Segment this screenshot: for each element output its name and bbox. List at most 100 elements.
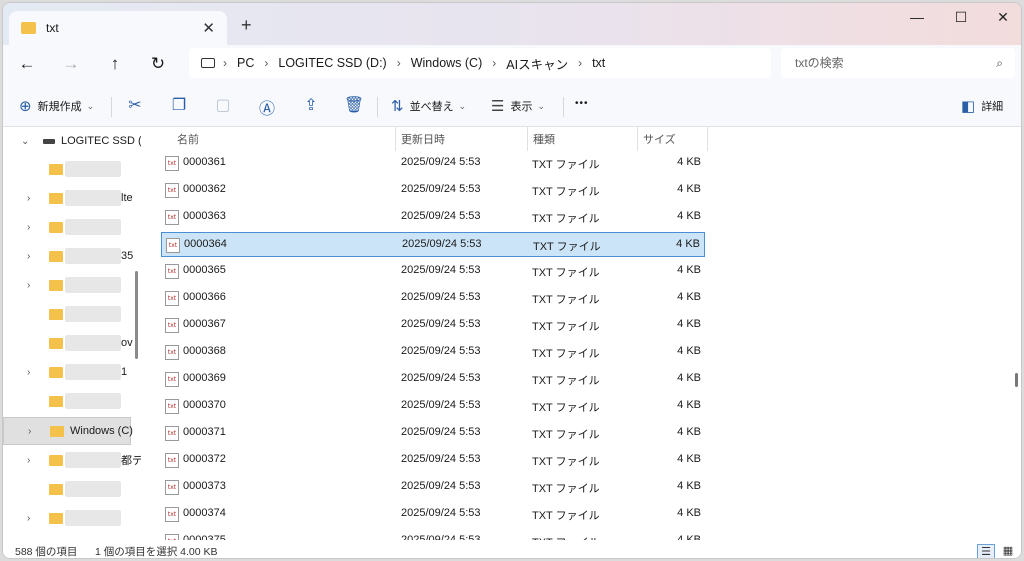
refresh-icon[interactable]: ↻	[146, 53, 170, 77]
item-count: 588 個の項目	[15, 546, 78, 558]
table-row[interactable]: txt 0000365 2025/09/24 5:53 TXT ファイル 4 KB	[161, 259, 705, 284]
table-row[interactable]: txt 0000373 2025/09/24 5:53 TXT ファイル 4 KB	[161, 475, 705, 500]
column-size[interactable]: サイズ	[643, 131, 676, 147]
table-row[interactable]: txt 0000374 2025/09/24 5:53 TXT ファイル 4 KB	[161, 502, 705, 527]
tab-close-icon[interactable]: ✕	[202, 19, 215, 37]
folder-icon	[49, 395, 63, 407]
sidebar-item[interactable]	[3, 475, 131, 503]
redacted-label	[65, 219, 121, 235]
up-icon[interactable]: ↑	[103, 53, 127, 77]
breadcrumb-sep: ›	[264, 56, 269, 70]
file-size: 4 KB	[677, 183, 701, 195]
chevron-right-icon[interactable]: ›	[27, 280, 30, 291]
chevron-right-icon[interactable]: ›	[27, 455, 30, 466]
view-button[interactable]: ☰ 表示 ⌄	[491, 97, 545, 115]
column-divider[interactable]	[527, 127, 528, 151]
more-options-icon[interactable]: •••	[575, 98, 589, 109]
sidebar-item[interactable]	[3, 155, 131, 183]
text-file-icon: txt	[165, 399, 179, 414]
file-list-scrollbar[interactable]	[1015, 373, 1018, 387]
text-file-icon: txt	[165, 183, 179, 198]
file-type: TXT ファイル	[532, 429, 600, 441]
chevron-right-icon[interactable]: ›	[27, 193, 30, 204]
column-date[interactable]: 更新日時	[401, 131, 445, 147]
new-tab-icon[interactable]: +	[241, 15, 252, 36]
table-row[interactable]: txt 0000364 2025/09/24 5:53 TXT ファイル 4 KB	[161, 232, 705, 257]
copy-icon[interactable]: ❐	[168, 95, 190, 115]
tiles-view-icon[interactable]: ▦	[999, 544, 1017, 558]
table-row[interactable]: txt 0000363 2025/09/24 5:53 TXT ファイル 4 KB	[161, 205, 705, 230]
selection-info: 1 個の項目を選択 4.00 KB	[95, 546, 218, 558]
column-divider[interactable]	[637, 127, 638, 151]
command-bar: ⊕ 新規作成 ⌄ ✂ ❐ ▢ Ⓐ ⇪ 🗑 ⇅ 並べ替え ⌄ ☰ 表示 ⌄ •••…	[3, 85, 1021, 127]
table-row[interactable]: txt 0000367 2025/09/24 5:53 TXT ファイル 4 KB	[161, 313, 705, 338]
table-row[interactable]: txt00003752025/09/24 5:53TXT ファイル4 KB	[161, 529, 705, 540]
table-row[interactable]: txt 0000362 2025/09/24 5:53 TXT ファイル 4 KB	[161, 178, 705, 203]
table-row[interactable]: txt 0000371 2025/09/24 5:53 TXT ファイル 4 KB	[161, 421, 705, 446]
rename-icon[interactable]: Ⓐ	[256, 95, 278, 119]
file-type: TXT ファイル	[532, 294, 600, 306]
file-date: 2025/09/24 5:53	[401, 210, 481, 222]
delete-icon[interactable]: 🗑	[343, 95, 365, 115]
folder-icon	[49, 192, 63, 204]
column-type[interactable]: 種類	[533, 131, 555, 147]
file-type: TXT ファイル	[532, 159, 600, 171]
sidebar-item-drive[interactable]: ⌄ LOGITEC SSD (	[3, 127, 141, 155]
column-name[interactable]: 名前	[177, 131, 199, 147]
table-row[interactable]: txt 0000370 2025/09/24 5:53 TXT ファイル 4 KB	[161, 394, 705, 419]
sidebar-item[interactable]	[3, 387, 131, 415]
sidebar-item[interactable]: › 1	[3, 358, 131, 386]
sidebar-item[interactable]: › Windows (C)	[3, 417, 133, 445]
share-icon[interactable]: ⇪	[300, 95, 322, 115]
table-row[interactable]: txt 0000369 2025/09/24 5:53 TXT ファイル 4 KB	[161, 367, 705, 392]
column-divider[interactable]	[395, 127, 396, 151]
forward-icon[interactable]: →	[59, 53, 83, 77]
breadcrumb[interactable]: › PC › LOGITEC SSD (D:) › Windows (C) › …	[189, 48, 771, 78]
chevron-right-icon[interactable]: ›	[27, 367, 30, 378]
breadcrumb-aiscan[interactable]: AIスキャン	[506, 54, 568, 73]
breadcrumb-sep: ›	[223, 56, 227, 70]
breadcrumb-drive[interactable]: LOGITEC SSD (D:)	[278, 56, 386, 70]
sidebar-item[interactable]: ov	[3, 329, 133, 357]
chevron-right-icon[interactable]: ›	[27, 222, 30, 233]
new-button[interactable]: ⊕ 新規作成 ⌄	[19, 97, 94, 115]
sidebar-scrollbar[interactable]	[135, 271, 138, 359]
chevron-right-icon[interactable]: ›	[27, 513, 30, 524]
folder-icon	[49, 163, 63, 175]
cut-icon[interactable]: ✂	[124, 95, 146, 115]
folder-icon	[49, 250, 63, 262]
table-row[interactable]: txt 0000368 2025/09/24 5:53 TXT ファイル 4 KB	[161, 340, 705, 365]
paste-icon[interactable]: ▢	[212, 95, 234, 115]
sidebar-item[interactable]: › lte	[3, 184, 133, 212]
column-divider[interactable]	[707, 127, 708, 151]
back-icon[interactable]: ←	[15, 53, 39, 77]
chevron-right-icon[interactable]: ›	[27, 251, 30, 262]
tab-txt[interactable]: txt ✕	[9, 11, 227, 45]
search-input[interactable]: txtの検索 ⌕	[781, 48, 1015, 78]
table-row[interactable]: txt 0000372 2025/09/24 5:53 TXT ファイル 4 KB	[161, 448, 705, 473]
navigation-pane: ⌄ LOGITEC SSD ( › lte › › 35 › ov › 1 › Windows (C…	[3, 127, 141, 540]
file-type: TXT ファイル	[532, 267, 600, 279]
chevron-right-icon[interactable]: ›	[28, 426, 31, 437]
sidebar-item[interactable]	[3, 300, 131, 328]
details-button[interactable]: ◧ 詳細	[961, 97, 1003, 115]
breadcrumb-txt[interactable]: txt	[592, 56, 605, 70]
breadcrumb-windows[interactable]: Windows (C)	[411, 56, 483, 70]
minimize-icon[interactable]: —	[899, 9, 935, 31]
sort-button[interactable]: ⇅ 並べ替え ⌄	[391, 97, 466, 115]
chevron-down-icon[interactable]: ⌄	[21, 136, 29, 147]
maximize-icon[interactable]: ☐	[943, 9, 979, 31]
breadcrumb-pc[interactable]: PC	[237, 56, 254, 70]
sidebar-item[interactable]: › 35	[3, 242, 133, 270]
monitor-icon	[201, 58, 215, 68]
table-row[interactable]: txt 0000366 2025/09/24 5:53 TXT ファイル 4 KB	[161, 286, 705, 311]
sidebar-item[interactable]: ›	[3, 213, 131, 241]
sidebar-item[interactable]: › 都テ	[3, 446, 141, 474]
close-window-icon[interactable]: ✕	[985, 9, 1021, 31]
details-view-icon[interactable]: ☰	[977, 544, 995, 558]
table-row[interactable]: txt 0000361 2025/09/24 5:53 TXT ファイル 4 KB	[161, 151, 705, 176]
redacted-label	[65, 510, 121, 526]
sidebar-item[interactable]: ›	[3, 271, 131, 299]
sidebar-item[interactable]: ›	[3, 504, 131, 532]
file-name: 0000364	[184, 238, 227, 250]
